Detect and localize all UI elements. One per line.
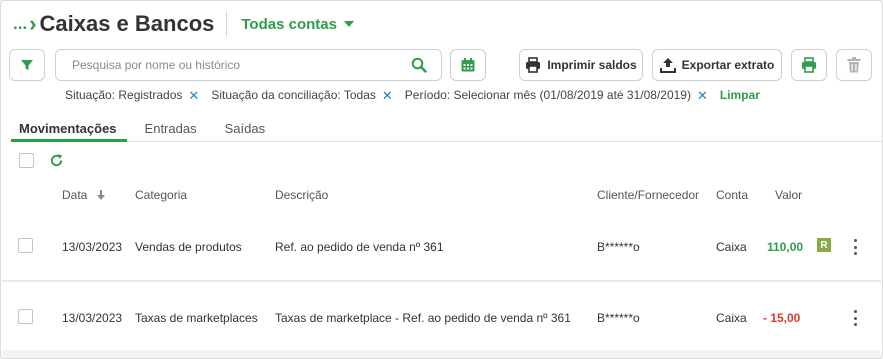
search-box — [55, 49, 442, 81]
printer-icon — [526, 57, 541, 73]
close-icon[interactable]: ✕ — [697, 89, 708, 102]
page-title: Caixas e Bancos — [39, 11, 215, 36]
filter-chip: Situação: Registrados ✕ — [65, 88, 199, 102]
row-client: B******o — [597, 311, 640, 325]
table-row[interactable]: 13/03/2023 Taxas de marketplaces Taxas d… — [2, 282, 881, 350]
refresh-icon[interactable] — [49, 153, 64, 168]
row-date: 13/03/2023 — [62, 311, 123, 325]
filter-chip-label: Situação: Registrados — [65, 88, 183, 102]
filter-chip: Situação da conciliação: Todas ✕ — [211, 88, 392, 102]
select-all-checkbox[interactable] — [19, 153, 34, 168]
clear-filters-link[interactable]: Limpar — [720, 88, 760, 102]
caret-down-icon — [343, 21, 354, 27]
app-frame: ... › Caixas e Bancos Todas contas Pesqu… — [0, 0, 883, 359]
column-header-account[interactable]: Conta — [716, 188, 748, 202]
filter-button[interactable] — [9, 49, 45, 81]
row-value: 110,00 — [767, 240, 804, 254]
column-header-description[interactable]: Descrição — [275, 188, 328, 202]
export-statement-button[interactable]: Exportar extrato — [652, 49, 782, 81]
tab-entradas[interactable]: Entradas — [145, 117, 197, 141]
more-options-icon[interactable] — [850, 239, 860, 255]
active-filters: Situação: Registrados ✕ Situação da conc… — [65, 88, 760, 102]
filter-chip-label: Situação da conciliação: Todas — [211, 88, 376, 102]
more-options-icon[interactable] — [850, 310, 860, 326]
filter-chip-label: Período: Selecionar mês (01/08/2019 até … — [404, 88, 691, 102]
export-statement-label: Exportar extrato — [681, 58, 775, 72]
print-balances-label: Imprimir saldos — [547, 58, 637, 72]
close-icon[interactable]: ✕ — [188, 89, 199, 102]
column-header-value[interactable]: Valor — [775, 188, 802, 202]
column-header-client[interactable]: Cliente/Fornecedor — [597, 188, 699, 202]
breadcrumb-back[interactable]: ... — [13, 14, 27, 34]
column-header-category[interactable]: Categoria — [135, 188, 187, 202]
tab-saidas[interactable]: Saídas — [225, 117, 265, 141]
printer-icon — [802, 57, 816, 73]
account-selector-label: Todas contas — [241, 15, 337, 33]
print-balances-button[interactable]: Imprimir saldos — [519, 49, 643, 81]
row-description: Ref. ao pedido de venda nº 361 — [275, 240, 444, 254]
sort-down-icon[interactable] — [96, 190, 106, 201]
row-account: Caixa — [716, 311, 747, 325]
search-icon[interactable] — [409, 55, 429, 75]
tab-movimentacoes[interactable]: Movimentações — [11, 117, 127, 142]
row-client: B******o — [597, 240, 640, 254]
row-category: Vendas de produtos — [135, 240, 242, 254]
calendar-button[interactable] — [450, 49, 486, 81]
delete-button[interactable] — [836, 49, 872, 81]
row-account: Caixa — [716, 240, 747, 254]
chevron-right-icon: › — [29, 11, 37, 36]
row-date: 13/03/2023 — [62, 240, 123, 254]
page-header: ... › Caixas e Bancos Todas contas — [13, 9, 354, 39]
print-button[interactable] — [791, 49, 827, 81]
reconciled-badge: R — [817, 238, 831, 252]
calendar-icon — [461, 58, 475, 72]
row-value: - 15,00 — [763, 311, 801, 325]
row-checkbox[interactable] — [18, 238, 33, 253]
row-category: Taxas de marketplaces — [135, 311, 258, 325]
row-checkbox[interactable] — [18, 309, 33, 324]
search-input[interactable] — [72, 51, 409, 79]
filter-chip: Período: Selecionar mês (01/08/2019 até … — [405, 88, 708, 102]
account-selector[interactable]: Todas contas — [241, 16, 354, 33]
close-icon[interactable]: ✕ — [382, 89, 393, 102]
trash-icon — [847, 57, 861, 73]
title-divider — [226, 11, 228, 37]
row-description: Taxas de marketplace - Ref. ao pedido de… — [275, 311, 571, 325]
tab-bar: Movimentações Entradas Saídas — [9, 117, 882, 142]
upload-icon — [659, 58, 676, 73]
column-header-date[interactable]: Data — [62, 188, 87, 202]
filter-icon — [21, 60, 33, 70]
table-row[interactable]: 13/03/2023 Vendas de produtos Ref. ao pe… — [2, 212, 881, 280]
